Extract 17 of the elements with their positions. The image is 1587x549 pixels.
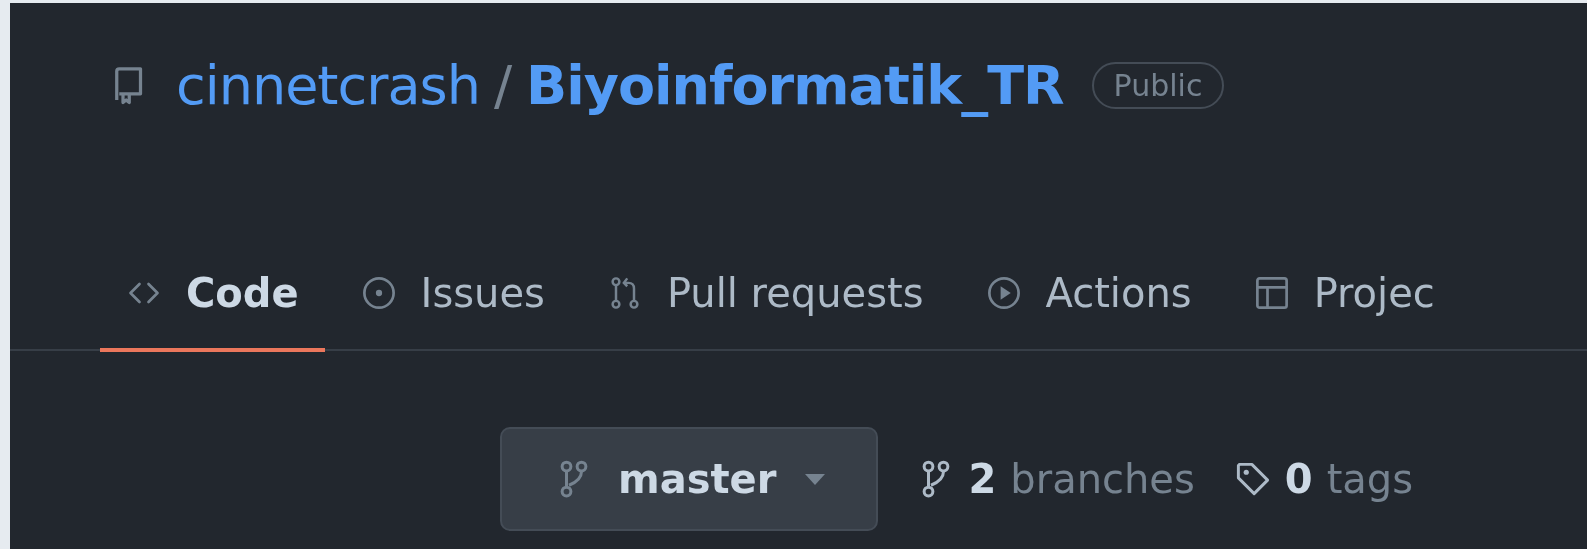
nav-tab[interactable]: Pull requests: [580, 237, 950, 352]
nav-tab[interactable]: Projec: [1227, 237, 1461, 352]
owner-link[interactable]: cinnetcrash: [176, 53, 480, 117]
nav-tab[interactable]: Actions: [959, 237, 1218, 352]
path-separator: /: [493, 53, 513, 117]
repository-name-link[interactable]: Biyoinformatik_TR: [526, 53, 1064, 117]
tags-link[interactable]: 0 tags: [1234, 456, 1414, 502]
visibility-label: Public: [1091, 61, 1225, 109]
play-icon: [985, 274, 1022, 311]
branch-select-button[interactable]: master: [500, 427, 879, 531]
nav-tab[interactable]: Issues: [334, 237, 571, 352]
caret-icon: [804, 472, 827, 486]
table-icon: [1253, 274, 1290, 311]
nav-tab[interactable]: Code: [100, 237, 325, 352]
branch-icon: [558, 459, 590, 499]
branches-link[interactable]: 2 branches: [918, 456, 1195, 502]
issue-icon: [360, 274, 397, 311]
